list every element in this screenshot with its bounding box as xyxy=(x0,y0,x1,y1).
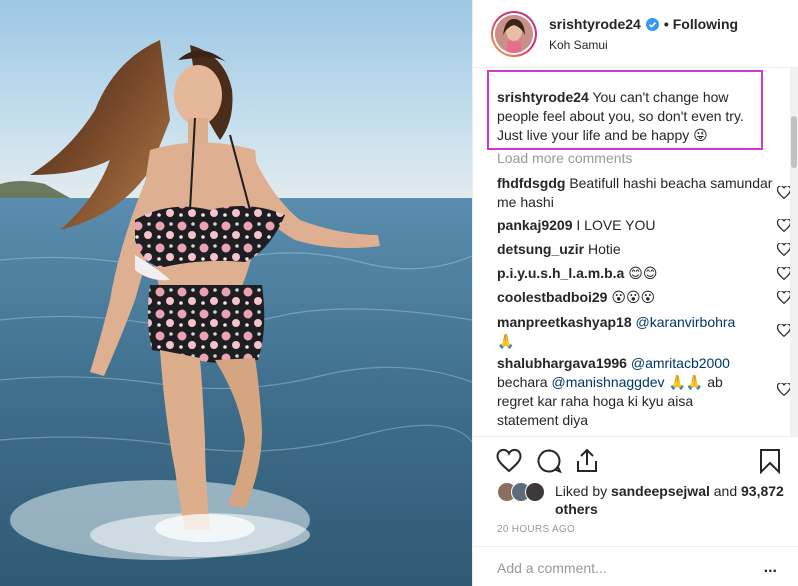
comments-list[interactable]: srishtyrode24 You can't change how peopl… xyxy=(473,68,798,436)
comment-item: coolestbadboi29 😮😮😮 xyxy=(497,288,783,307)
likes-summary: Liked by sandeepsejwal and 93,872 others xyxy=(497,482,787,518)
comment-author-link[interactable]: detsung_uzir xyxy=(497,241,584,257)
comment-text: Hotie xyxy=(588,241,621,257)
header-separator: • xyxy=(663,16,669,32)
comment-author-link[interactable]: pankaj9209 xyxy=(497,217,573,233)
comment-mention-link[interactable]: @karanvirbohra xyxy=(636,314,736,330)
comment-like-heart-icon[interactable] xyxy=(776,242,792,257)
liker-avatars[interactable] xyxy=(497,482,551,504)
post-header: srishtyrode24 • Following Koh Samui xyxy=(473,0,798,68)
comment-like-heart-icon[interactable] xyxy=(776,266,792,281)
comment-like-heart-icon[interactable] xyxy=(776,382,792,397)
comment-item: manpreetkashyap18 @karanvirbohra 🙏 xyxy=(497,313,737,351)
comment-like-heart-icon[interactable] xyxy=(776,323,792,338)
comment-item: shalubhargava1996 @amritacb2000 bechara … xyxy=(497,354,737,430)
comment-like-heart-icon[interactable] xyxy=(776,290,792,305)
liker-avatar xyxy=(525,482,545,502)
comment-author-link[interactable]: p.i.y.u.s.h_l.a.m.b.a xyxy=(497,265,624,281)
bookmark-icon[interactable] xyxy=(756,447,784,475)
avatar-image xyxy=(495,15,533,53)
comment-text: I LOVE YOU xyxy=(576,217,656,233)
comment-mention-link[interactable]: @amritacb2000 xyxy=(631,355,730,371)
post-actions-bar xyxy=(473,436,798,476)
comment-bubble-icon[interactable] xyxy=(535,447,563,475)
post-timestamp[interactable]: 20 HOURS AGO xyxy=(497,524,575,535)
add-comment-bar: ... xyxy=(473,546,798,586)
comment-text: 🙏 xyxy=(497,333,515,349)
comment-text: 😊😊 xyxy=(628,265,658,281)
comment-like-heart-icon[interactable] xyxy=(776,218,792,233)
caption-highlight-box: srishtyrode24 You can't change how peopl… xyxy=(487,70,763,150)
likes-text: Liked by sandeepsejwal and 93,872 others xyxy=(555,483,784,517)
comment-author-link[interactable]: manpreetkashyap18 xyxy=(497,314,632,330)
comment-text: 😮😮😮 xyxy=(611,289,656,305)
beach-photo xyxy=(0,0,472,586)
liked-by-user-link[interactable]: sandeepsejwal xyxy=(611,483,710,499)
comment-mention-link[interactable]: @manishnaggdev xyxy=(551,374,664,390)
comment-item: p.i.y.u.s.h_l.a.m.b.a 😊😊 xyxy=(497,264,783,283)
header-username-link[interactable]: srishtyrode24 xyxy=(549,16,641,32)
caption-author-link[interactable]: srishtyrode24 xyxy=(497,89,589,105)
comments-scrollbar-thumb[interactable] xyxy=(791,116,797,168)
comment-text: bechara xyxy=(497,374,548,390)
heart-icon[interactable] xyxy=(495,447,523,475)
comment-like-heart-icon[interactable] xyxy=(776,185,792,200)
following-button[interactable]: Following xyxy=(673,16,738,32)
post-side-panel: srishtyrode24 • Following Koh Samui sris… xyxy=(472,0,798,586)
add-comment-input[interactable] xyxy=(497,560,737,576)
comment-author-link[interactable]: shalubhargava1996 xyxy=(497,355,627,371)
load-more-comments-button[interactable]: Load more comments xyxy=(497,150,632,166)
instagram-post: srishtyrode24 • Following Koh Samui sris… xyxy=(0,0,798,586)
share-icon[interactable] xyxy=(573,447,601,475)
verified-badge-icon xyxy=(645,17,659,31)
comment-item: detsung_uzir Hotie xyxy=(497,240,783,259)
comment-author-link[interactable]: fhdfdsgdg xyxy=(497,175,565,191)
location-link[interactable]: Koh Samui xyxy=(549,38,608,52)
comment-item: fhdfdsgdg Beatifull hashi beacha samunda… xyxy=(497,174,783,212)
comment-item: pankaj9209 I LOVE YOU xyxy=(497,216,783,235)
comment-author-link[interactable]: coolestbadboi29 xyxy=(497,289,607,305)
post-photo[interactable] xyxy=(0,0,472,586)
caption: srishtyrode24 You can't change how peopl… xyxy=(497,88,759,145)
avatar[interactable] xyxy=(491,11,537,57)
more-options-icon[interactable]: ... xyxy=(764,559,777,577)
